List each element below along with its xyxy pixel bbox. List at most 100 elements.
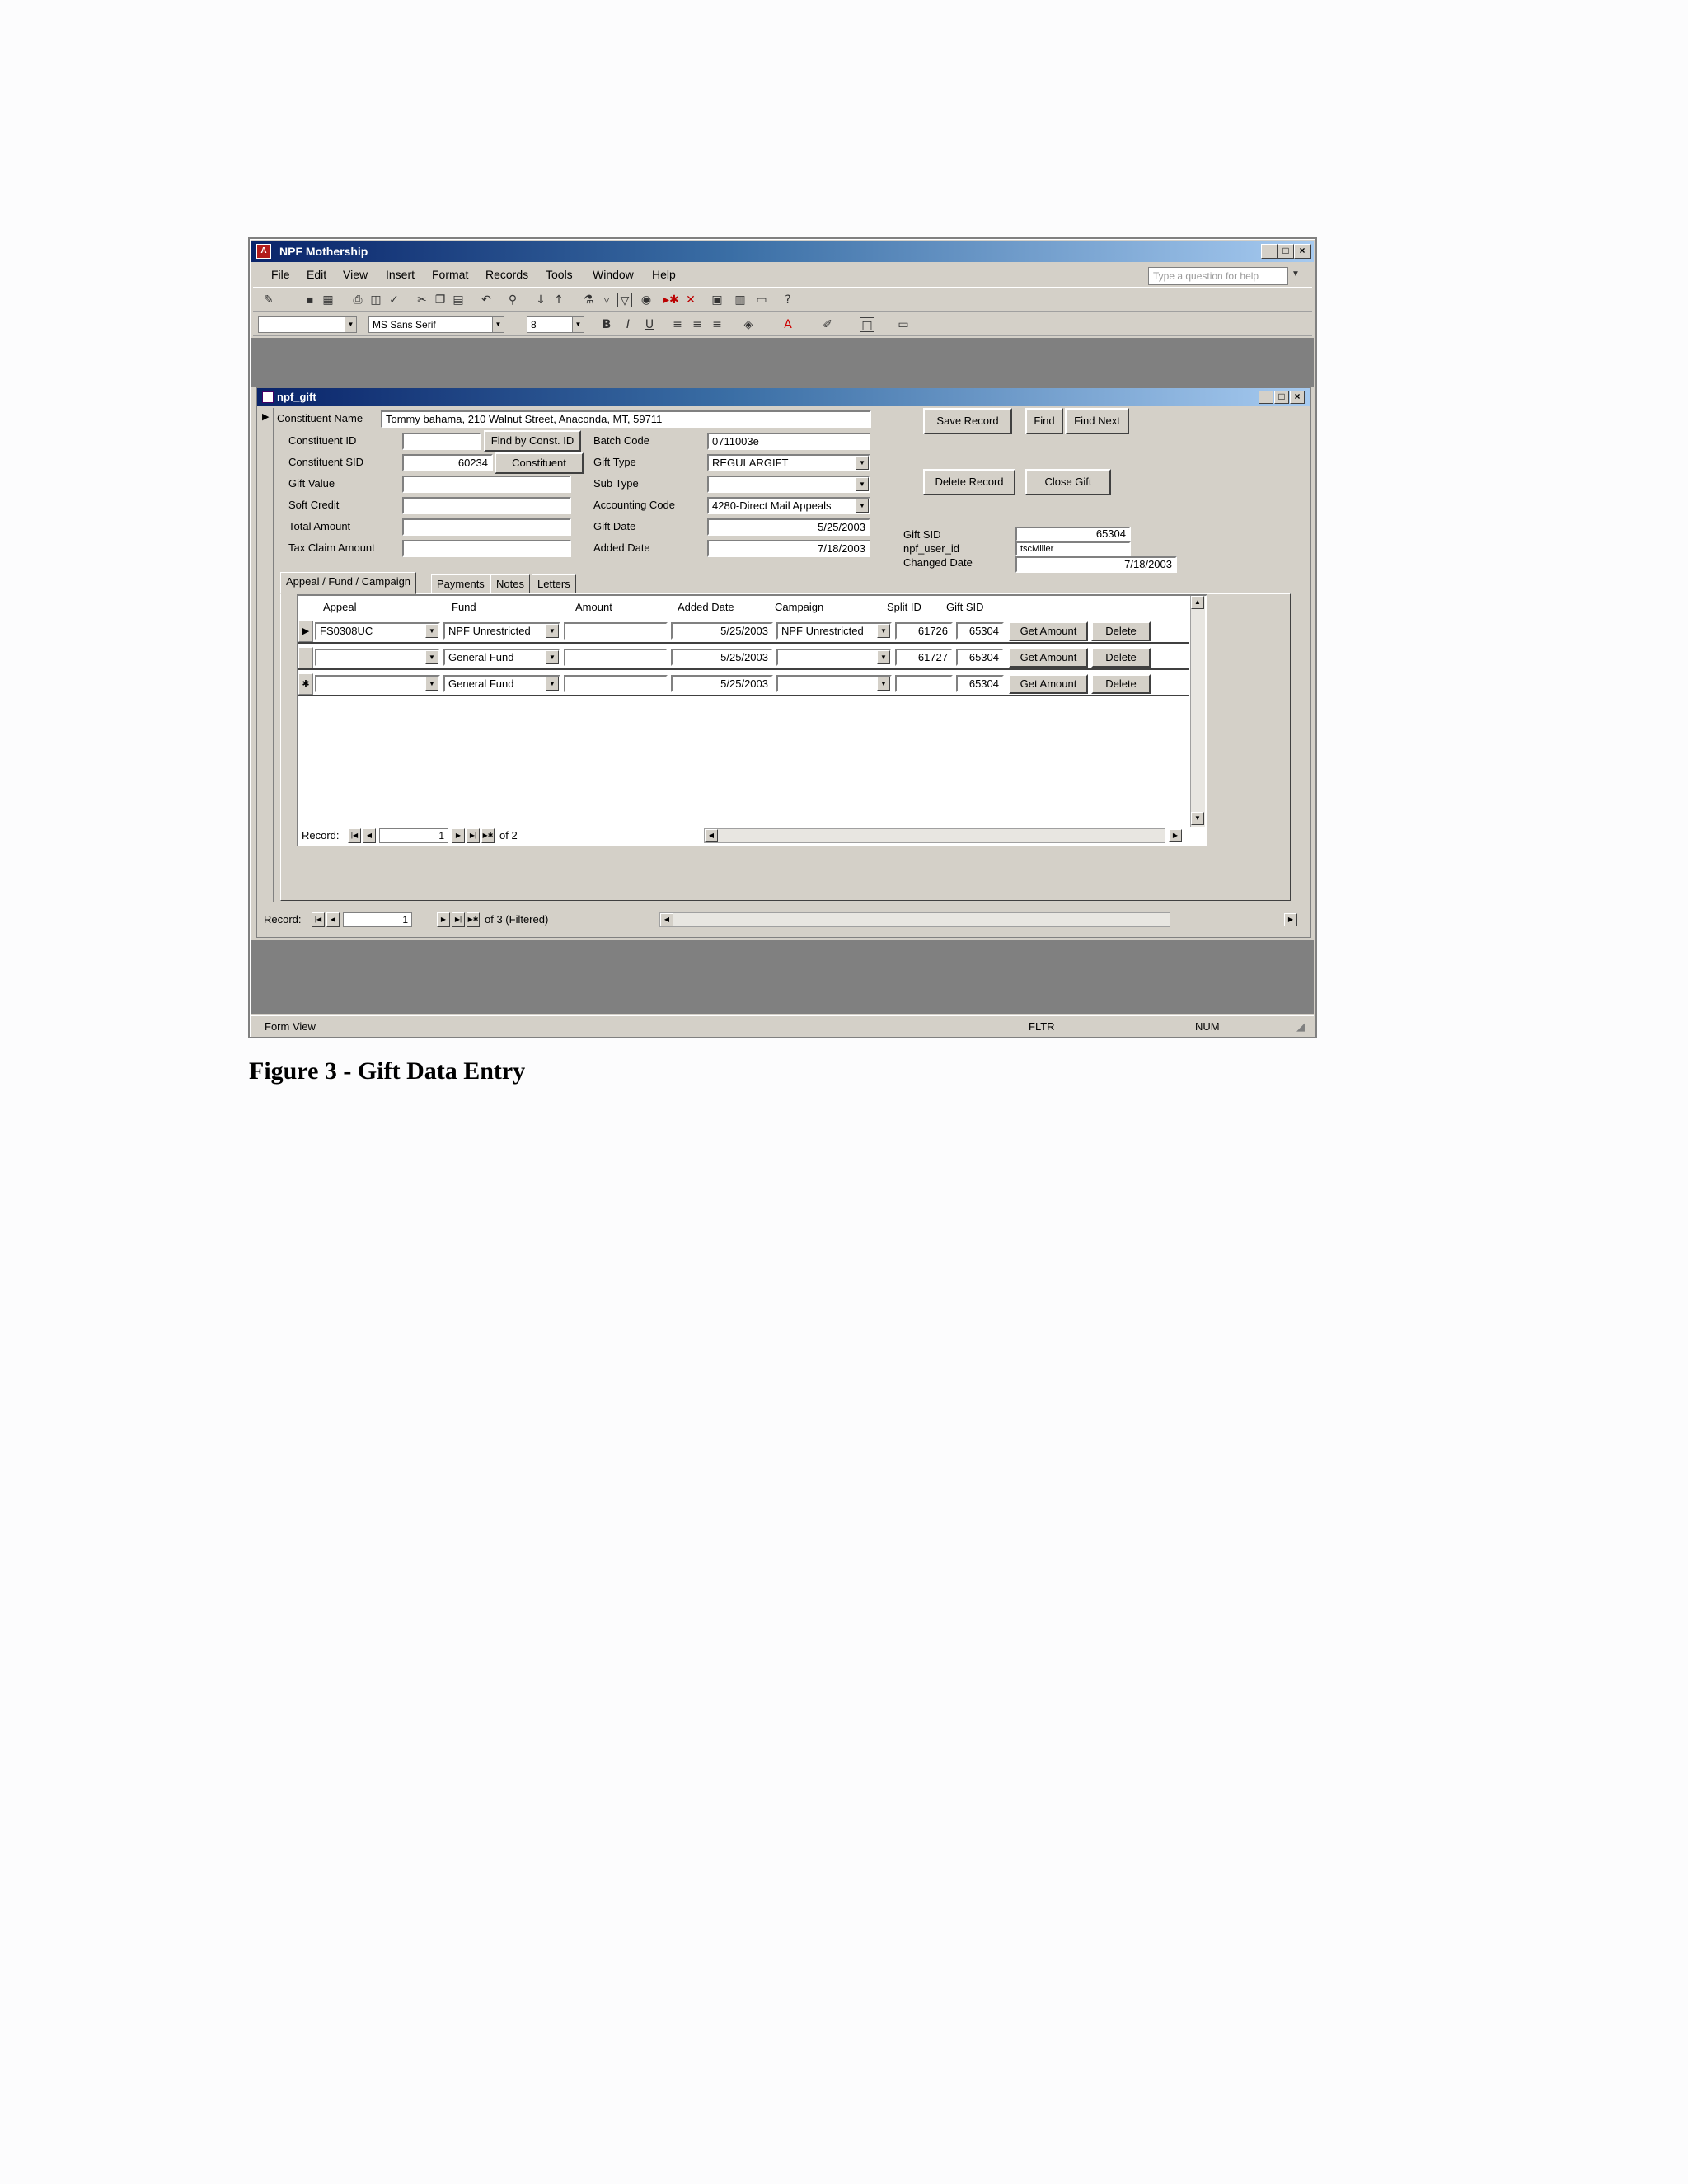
scroll-up-icon[interactable]: ▲ (1191, 596, 1204, 609)
find-next-button[interactable]: Find Next (1065, 408, 1129, 434)
special-effect-icon[interactable]: ▭ (896, 317, 911, 332)
scroll-down-icon[interactable]: ▼ (1191, 812, 1204, 825)
new-record-icon[interactable]: ▸✱ (663, 293, 679, 307)
tax-claim-amount-field[interactable] (402, 540, 571, 557)
paste-icon[interactable]: ▤ (451, 293, 466, 307)
campaign-select[interactable]: ▼ (776, 649, 892, 666)
menu-view[interactable]: View (343, 268, 368, 281)
print-icon[interactable]: ⎙ (350, 293, 365, 307)
prev-record-icon[interactable]: ◀ (363, 828, 376, 843)
find-icon[interactable]: ◉ (639, 293, 654, 307)
form-first-record-icon[interactable]: |◀ (312, 912, 325, 927)
line-color-icon[interactable]: ✐ (820, 317, 835, 332)
delete-record-icon[interactable]: ✕ (683, 293, 698, 307)
delete-record-button[interactable]: Delete Record (923, 469, 1015, 495)
subform-record-number[interactable]: 1 (379, 828, 448, 843)
border-icon[interactable]: □ (860, 317, 874, 332)
delete-split-button[interactable]: Delete (1091, 648, 1151, 668)
split-id-field[interactable]: 61726 (895, 622, 953, 640)
object-select[interactable]: ▼ (258, 316, 357, 333)
amount-field[interactable] (564, 622, 668, 640)
save-record-button[interactable]: Save Record (923, 408, 1012, 434)
menu-window[interactable]: Window (593, 268, 634, 281)
batch-code-field[interactable]: 0711003e (707, 433, 870, 450)
spell-icon[interactable]: ✓ (387, 293, 401, 307)
amount-field[interactable] (564, 675, 668, 692)
font-color-icon[interactable]: A (781, 317, 795, 332)
row-selector[interactable] (298, 647, 313, 668)
menu-edit[interactable]: Edit (307, 268, 326, 281)
form-prev-record-icon[interactable]: ◀ (326, 912, 340, 927)
copy-icon[interactable]: ❐ (433, 293, 448, 307)
split-id-field[interactable]: 61727 (895, 649, 953, 666)
hyperlink-icon[interactable]: ⚲ (505, 293, 520, 307)
fill-color-icon[interactable]: ◈ (741, 317, 756, 332)
gift-value-field[interactable] (402, 476, 571, 493)
constituent-name-field[interactable]: Tommy bahama, 210 Walnut Street, Anacond… (381, 410, 871, 428)
menu-help[interactable]: Help (652, 268, 676, 281)
appeal-select[interactable]: ▼ (315, 675, 440, 692)
filter-by-form-icon[interactable]: ▿ (599, 293, 614, 307)
sort-ascending-icon[interactable]: ↓ (533, 293, 548, 307)
apply-filter-icon[interactable]: ▽ (617, 293, 632, 307)
scroll-left-icon[interactable]: ◀ (705, 829, 718, 842)
sub-type-select[interactable]: ▼ (707, 476, 870, 493)
last-record-icon[interactable]: ▶| (467, 828, 480, 843)
fund-select[interactable]: NPF Unrestricted ▼ (443, 622, 560, 640)
record-selector-bar[interactable]: ▶ (259, 408, 274, 902)
align-center-icon[interactable]: ≡ (690, 317, 705, 332)
menu-file[interactable]: File (271, 268, 290, 281)
align-right-icon[interactable]: ≡ (710, 317, 724, 332)
total-amount-field[interactable] (402, 518, 571, 536)
form-close-icon[interactable]: × (1290, 391, 1305, 404)
subform-horizontal-scrollbar[interactable]: ◀ (704, 828, 1165, 843)
cut-icon[interactable]: ✂ (415, 293, 429, 307)
filter-icon[interactable]: ⚗ (581, 293, 596, 307)
maximize-icon[interactable]: □ (1278, 244, 1294, 259)
font-name-select[interactable]: MS Sans Serif ▼ (368, 316, 504, 333)
new-record-nav-icon[interactable]: ▶✱ (481, 828, 495, 843)
constituent-id-field[interactable] (402, 433, 481, 450)
italic-icon[interactable]: I (621, 317, 635, 332)
split-id-field[interactable] (895, 675, 953, 692)
gift-type-select[interactable]: REGULARGIFT ▼ (707, 454, 870, 471)
first-record-icon[interactable]: |◀ (348, 828, 361, 843)
form-horizontal-scrollbar[interactable]: ◀ (659, 912, 1170, 927)
bold-icon[interactable]: B (599, 317, 614, 332)
properties-icon[interactable]: ▣ (710, 293, 724, 307)
gift-sid-field[interactable]: 65304 (956, 675, 1004, 692)
row-selector[interactable]: ▶ (298, 621, 313, 642)
close-gift-button[interactable]: Close Gift (1025, 469, 1111, 495)
form-next-record-icon[interactable]: ▶ (437, 912, 450, 927)
save-icon[interactable]: ▪ (302, 293, 317, 307)
form-minimize-icon[interactable]: _ (1259, 391, 1273, 404)
code-icon[interactable]: ▥ (733, 293, 748, 307)
menu-records[interactable]: Records (485, 268, 528, 281)
help-icon[interactable]: ? (781, 293, 795, 307)
resize-grip-icon[interactable]: ◢ (1296, 1016, 1305, 1038)
added-date-field[interactable]: 5/25/2003 (671, 622, 773, 640)
tab-notes[interactable]: Notes (490, 574, 530, 594)
database-window-icon[interactable]: ▦ (321, 293, 335, 307)
fund-select[interactable]: General Fund ▼ (443, 675, 560, 692)
align-left-icon[interactable]: ≡ (670, 317, 685, 332)
gift-sid-field[interactable]: 65304 (956, 649, 1004, 666)
form-last-record-icon[interactable]: ▶| (452, 912, 465, 927)
undo-icon[interactable]: ↶ (479, 293, 494, 307)
added-date-field[interactable]: 7/18/2003 (707, 540, 870, 557)
campaign-select[interactable]: ▼ (776, 675, 892, 692)
close-icon[interactable]: × (1294, 244, 1311, 259)
underline-icon[interactable]: U (642, 317, 657, 332)
font-size-select[interactable]: 8 ▼ (527, 316, 584, 333)
menu-tools[interactable]: Tools (546, 268, 573, 281)
fund-select[interactable]: General Fund ▼ (443, 649, 560, 666)
delete-split-button[interactable]: Delete (1091, 621, 1151, 641)
get-amount-button[interactable]: Get Amount (1009, 621, 1088, 641)
constituent-sid-field[interactable]: 60234 (402, 454, 493, 471)
form-record-number[interactable]: 1 (343, 912, 412, 927)
added-date-field[interactable]: 5/25/2003 (671, 649, 773, 666)
soft-credit-field[interactable] (402, 497, 571, 514)
appeal-select[interactable]: FS0308UC ▼ (315, 622, 440, 640)
find-by-const-id-button[interactable]: Find by Const. ID (484, 430, 581, 452)
campaign-select[interactable]: NPF Unrestricted ▼ (776, 622, 892, 640)
